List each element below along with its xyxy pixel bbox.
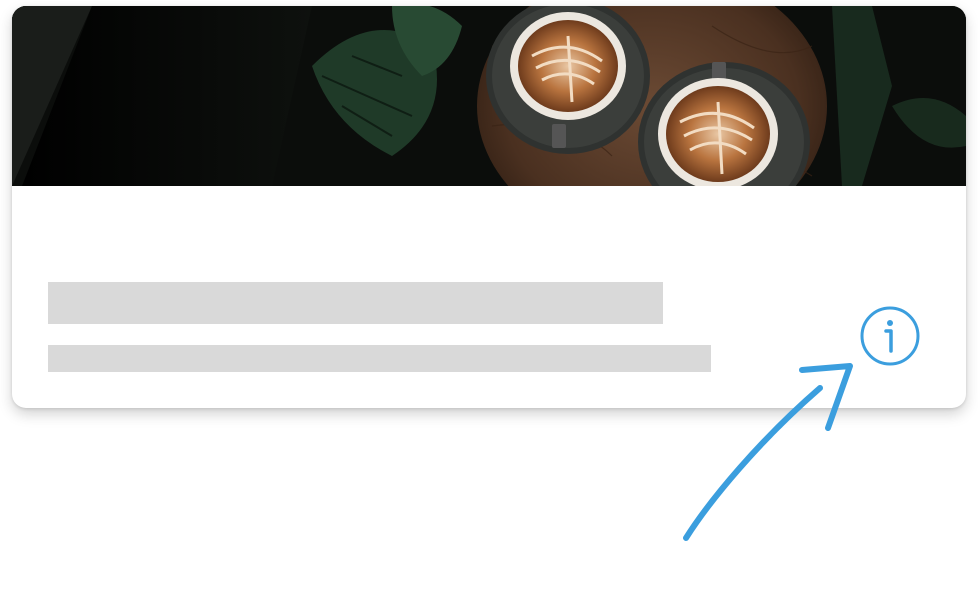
skeleton-subtitle-line [48, 345, 711, 372]
stage [0, 0, 978, 596]
hero-image [12, 6, 966, 186]
content-card[interactable] [12, 6, 966, 408]
skeleton-title-line [48, 282, 663, 324]
info-button[interactable] [858, 304, 922, 368]
info-icon [860, 306, 920, 366]
